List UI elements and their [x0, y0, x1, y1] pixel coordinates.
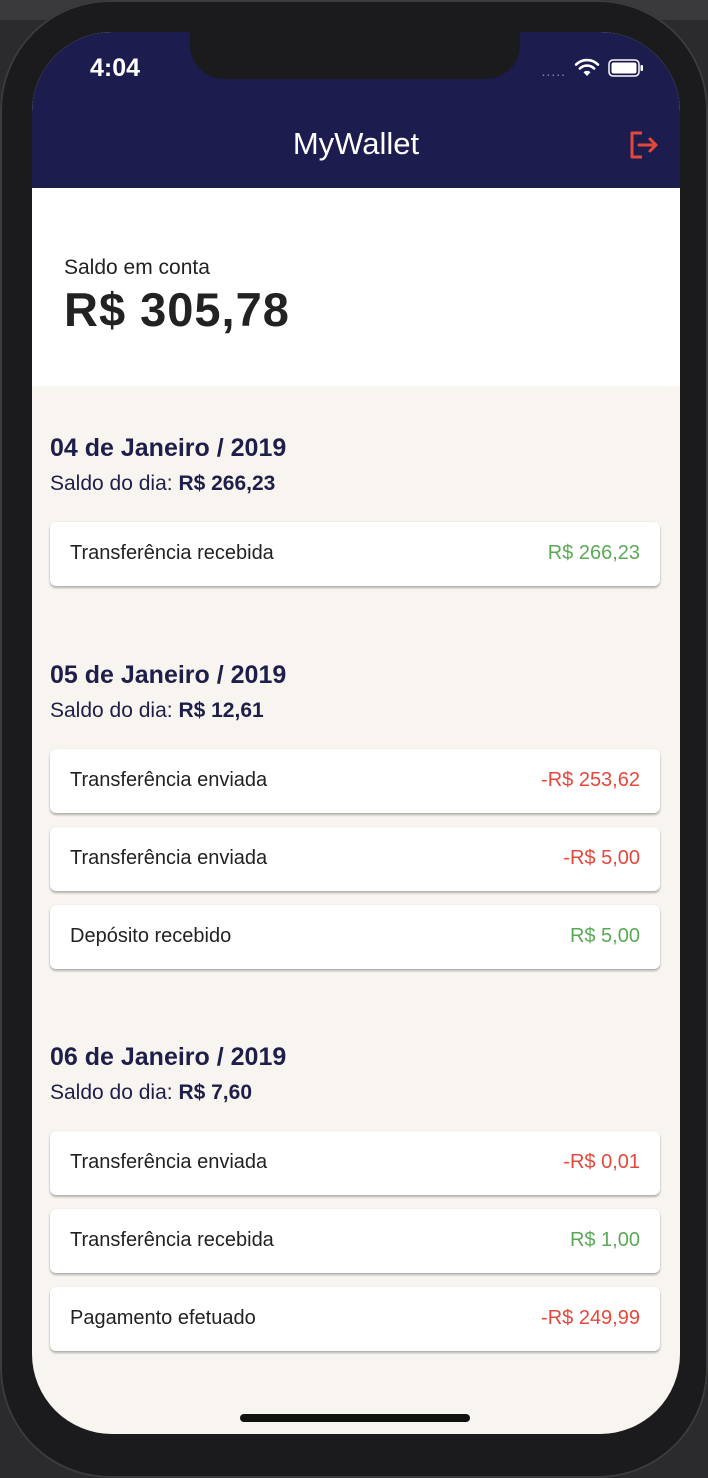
- transaction-amount: R$ 1,00: [569, 1229, 640, 1251]
- transaction-amount: R$ 266,23: [547, 542, 640, 564]
- app-screen: 4:04 ..... MyWallet Saldo em conta R$ 30…: [32, 32, 680, 1434]
- transaction-item[interactable]: Transferência recebida R$ 266,23: [50, 522, 660, 586]
- transaction-amount: -R$ 249,99: [541, 1307, 640, 1329]
- battery-icon: [608, 59, 644, 82]
- phone-frame: 4:04 ..... MyWallet Saldo em conta R$ 30…: [0, 0, 708, 1478]
- transaction-item[interactable]: Transferência enviada -R$ 0,01: [50, 1131, 660, 1195]
- transaction-label: Transferência recebida: [70, 542, 274, 564]
- transaction-item[interactable]: Transferência enviada -R$ 253,62: [50, 749, 660, 813]
- transaction-label: Transferência enviada: [70, 769, 268, 791]
- day-balance-value: R$ 266,23: [178, 472, 276, 495]
- day-date: 05 de Janeiro / 2019: [50, 661, 287, 689]
- account-balance-value: R$ 305,78: [64, 283, 290, 336]
- day-balance-value: R$ 7,60: [178, 1081, 253, 1104]
- day-date: 04 de Janeiro / 2019: [50, 434, 287, 462]
- transaction-amount: -R$ 5,00: [563, 847, 640, 869]
- transaction-amount: R$ 5,00: [569, 925, 640, 947]
- account-balance-label: Saldo em conta: [64, 256, 210, 279]
- transaction-item[interactable]: Pagamento efetuado -R$ 249,99: [50, 1287, 660, 1351]
- transaction-item[interactable]: Depósito recebido R$ 5,00: [50, 905, 660, 969]
- day-balance-value: R$ 12,61: [178, 699, 264, 722]
- device-notch: [190, 32, 520, 79]
- wifi-icon: [574, 58, 600, 83]
- transaction-label: Transferência enviada: [70, 1151, 268, 1173]
- day-balance-label: Saldo do dia:: [50, 1081, 173, 1104]
- day-balance-label: Saldo do dia:: [50, 472, 173, 495]
- home-indicator[interactable]: [240, 1414, 470, 1422]
- day-balance-label: Saldo do dia:: [50, 699, 173, 722]
- signal-icon: .....: [541, 62, 566, 79]
- app-title: MyWallet: [292, 126, 420, 161]
- status-time: 4:04: [90, 54, 141, 82]
- transaction-label: Pagamento efetuado: [70, 1307, 256, 1329]
- day-date: 06 de Janeiro / 2019: [50, 1043, 287, 1071]
- logout-icon: [630, 131, 658, 159]
- transaction-label: Transferência enviada: [70, 847, 268, 869]
- transaction-item[interactable]: Transferência recebida R$ 1,00: [50, 1209, 660, 1273]
- transaction-label: Transferência recebida: [70, 1229, 274, 1251]
- status-icons: .....: [542, 58, 644, 83]
- app-header: 4:04 ..... MyWallet: [32, 32, 680, 188]
- transaction-amount: -R$ 253,62: [541, 769, 640, 791]
- transaction-item[interactable]: Transferência enviada -R$ 5,00: [50, 827, 660, 891]
- day-balance: Saldo do dia: R$ 7,60: [50, 1081, 252, 1105]
- logout-button[interactable]: [626, 128, 660, 162]
- transaction-amount: -R$ 0,01: [563, 1151, 640, 1173]
- transaction-label: Depósito recebido: [70, 925, 232, 947]
- account-balance-card: Saldo em conta R$ 305,78: [32, 188, 680, 386]
- day-balance: Saldo do dia: R$ 266,23: [50, 472, 275, 496]
- day-balance: Saldo do dia: R$ 12,61: [50, 699, 264, 723]
